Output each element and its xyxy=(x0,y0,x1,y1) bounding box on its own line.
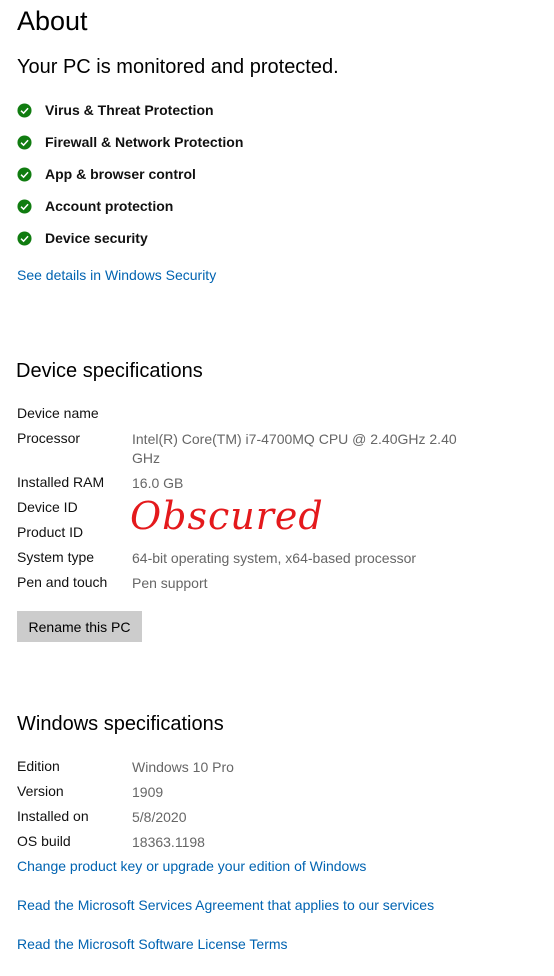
spec-label-version: Version xyxy=(17,783,64,799)
page-title: About xyxy=(17,6,88,36)
security-item-firewall: Firewall & Network Protection xyxy=(17,131,243,153)
security-item-label: Device security xyxy=(45,230,148,246)
green-check-icon xyxy=(17,134,32,150)
spec-label-installed-on: Installed on xyxy=(17,808,89,824)
spec-label-product-id: Product ID xyxy=(17,524,84,540)
security-item-virus: Virus & Threat Protection xyxy=(17,99,214,121)
security-status-heading: Your PC is monitored and protected. xyxy=(17,56,339,78)
security-item-label: Account protection xyxy=(45,198,174,214)
spec-label-system-type: System type xyxy=(17,549,95,565)
spec-value-system-type: 64-bit operating system, x64-based proce… xyxy=(132,550,417,566)
spec-value-installed-on: 5/8/2020 xyxy=(132,809,187,825)
spec-label-device-id: Device ID xyxy=(17,499,78,515)
security-item-label: App & browser control xyxy=(45,166,196,182)
windows-specs-title: Windows specifications xyxy=(17,713,224,735)
security-item-app-browser: App & browser control xyxy=(17,163,196,185)
spec-value-edition: Windows 10 Pro xyxy=(132,759,234,775)
rename-pc-button[interactable]: Rename this PC xyxy=(17,611,142,642)
green-check-icon xyxy=(17,230,32,246)
services-agreement-link[interactable]: Read the Microsoft Services Agreement th… xyxy=(17,897,434,913)
spec-label-processor: Processor xyxy=(17,430,81,446)
change-product-key-link[interactable]: Change product key or upgrade your editi… xyxy=(17,858,366,874)
spec-value-os-build: 18363.1198 xyxy=(132,834,205,850)
obscured-overlay-text: Obscured xyxy=(130,494,324,538)
license-terms-link[interactable]: Read the Microsoft Software License Term… xyxy=(17,936,288,952)
green-check-icon xyxy=(17,198,32,214)
spec-label-device-name: Device name xyxy=(17,405,99,421)
spec-value-processor: Intel(R) Core(TM) i7-4700MQ CPU @ 2.40GH… xyxy=(132,431,457,466)
spec-value-version: 1909 xyxy=(132,784,164,800)
spec-label-ram: Installed RAM xyxy=(17,474,105,490)
green-check-icon xyxy=(17,166,32,182)
spec-value-ram: 16.0 GB xyxy=(132,475,184,491)
security-item-label: Virus & Threat Protection xyxy=(45,102,214,118)
green-check-icon xyxy=(17,102,32,118)
device-specs-title: Device specifications xyxy=(16,360,203,382)
spec-value-pen-touch: Pen support xyxy=(132,575,208,591)
security-item-account: Account protection xyxy=(17,195,173,217)
spec-label-os-build: OS build xyxy=(17,833,71,849)
security-item-label: Firewall & Network Protection xyxy=(45,134,244,150)
see-details-link[interactable]: See details in Windows Security xyxy=(17,267,216,283)
spec-label-pen-touch: Pen and touch xyxy=(17,574,108,590)
security-item-device: Device security xyxy=(17,227,148,249)
spec-label-edition: Edition xyxy=(17,758,60,774)
